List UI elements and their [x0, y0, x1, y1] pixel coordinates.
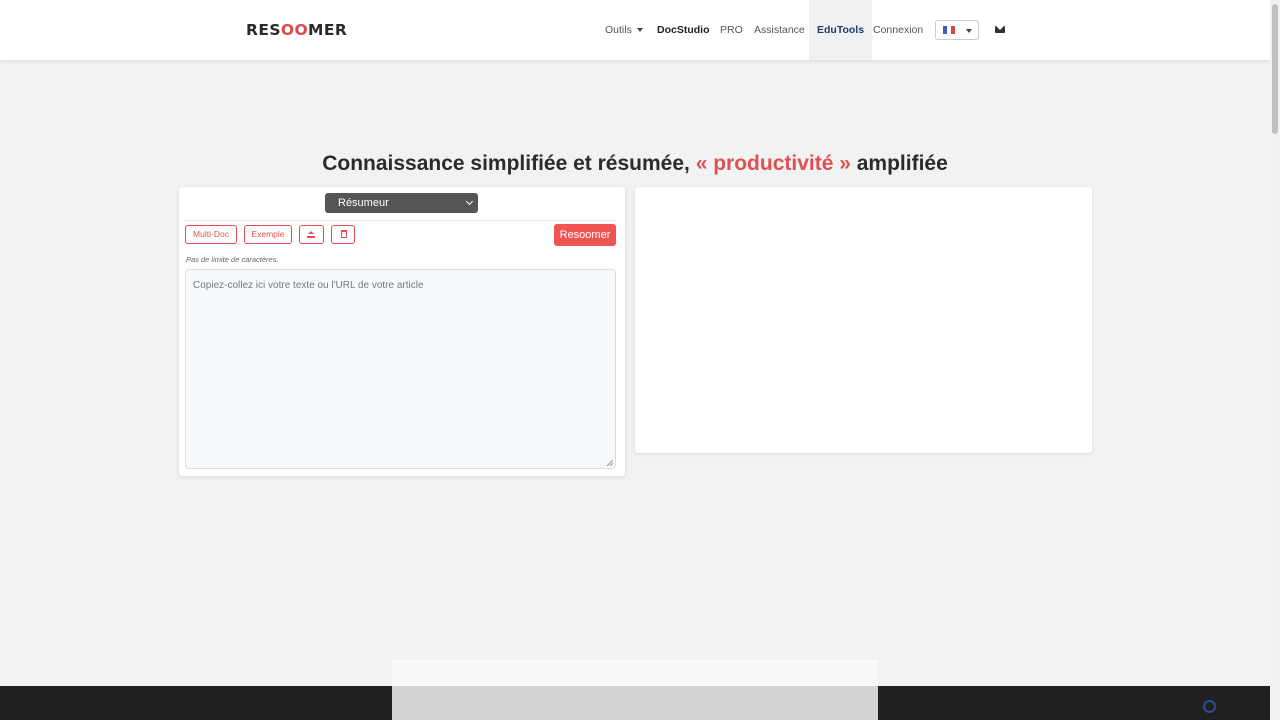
language-dropdown[interactable]: [935, 20, 979, 40]
chevron-down-icon: [465, 197, 474, 206]
divider: [185, 220, 617, 221]
page-scrollbar[interactable]: [1270, 0, 1280, 720]
resoomer-logo[interactable]: RESOOMER: [246, 21, 347, 39]
scrollbar-thumb[interactable]: [1272, 4, 1278, 134]
caret-down-icon: [966, 29, 972, 33]
mail-icon[interactable]: [995, 26, 1005, 33]
text-input[interactable]: Copiez-collez ici votre texte ou l'URL d…: [185, 269, 616, 469]
nav-edutools[interactable]: EduTools: [809, 0, 873, 60]
nav-outils-label: Outils: [605, 24, 632, 36]
logo-suffix: MER: [308, 21, 348, 39]
text-input-placeholder: Copiez-collez ici votre texte ou l'URL d…: [193, 280, 424, 291]
delete-button[interactable]: [331, 225, 355, 244]
logo-highlight: OO: [280, 21, 309, 39]
ad-banner-bottom: [392, 686, 878, 720]
logo-prefix: RES: [246, 21, 281, 39]
tool-select-value: Résumeur: [338, 197, 389, 209]
nav-outils[interactable]: Outils: [605, 0, 643, 60]
headline-accent: « productivité »: [695, 152, 851, 175]
widget-icon[interactable]: [1203, 700, 1216, 713]
exemple-button[interactable]: Exemple: [244, 225, 292, 244]
tool-select[interactable]: Résumeur: [325, 193, 478, 213]
output-card: [635, 187, 1092, 453]
flag-fr-icon: [943, 26, 955, 34]
trash-icon: [341, 230, 347, 238]
nav-docstudio[interactable]: DocStudio: [657, 0, 710, 60]
character-limit-hint: Pas de limite de caractères.: [186, 255, 279, 264]
upload-icon: [307, 231, 315, 238]
multi-doc-button[interactable]: Multi-Doc: [185, 225, 237, 244]
nav-pro[interactable]: PRO: [720, 0, 743, 60]
nav-connexion[interactable]: Connexion: [873, 0, 923, 60]
resoomer-button[interactable]: Resoomer: [554, 224, 616, 246]
upload-button[interactable]: [299, 225, 324, 244]
input-card: Résumeur Multi-Doc Exemple Resoomer Pas …: [179, 187, 625, 476]
navbar: RESOOMER Outils DocStudio PRO Assistance…: [0, 0, 1270, 60]
caret-down-icon: [636, 28, 643, 33]
headline-before: Connaissance simplifiée et résumée,: [322, 152, 690, 175]
nav-assistance[interactable]: Assistance: [754, 0, 805, 60]
page-headline: Connaissance simplifiée et résumée, « pr…: [0, 152, 1270, 176]
headline-after: amplifiée: [856, 152, 948, 175]
ad-banner: [392, 660, 878, 686]
resize-handle[interactable]: [607, 460, 613, 466]
